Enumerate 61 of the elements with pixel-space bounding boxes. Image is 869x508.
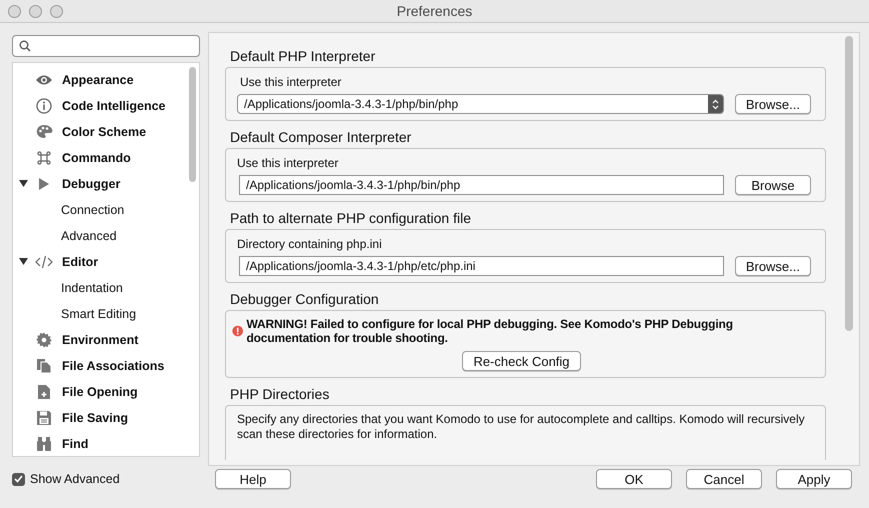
error-icon bbox=[232, 324, 244, 338]
sidebar-item[interactable]: Editor bbox=[62, 254, 98, 269]
sidebar-item[interactable]: Code Intelligence bbox=[62, 98, 166, 113]
command-key-icon bbox=[36, 150, 52, 166]
settings-icon bbox=[36, 332, 52, 348]
ok-button[interactable]: OK bbox=[596, 469, 672, 489]
section-title: Default PHP Interpreter bbox=[230, 48, 376, 64]
show-advanced-checkbox[interactable] bbox=[12, 472, 25, 486]
close-window-button[interactable] bbox=[8, 4, 21, 18]
path-input-field[interactable]: /Applications/joomla-3.4.3-1/php/bin/php bbox=[239, 175, 724, 195]
interpreter-dropdown[interactable]: /Applications/joomla-3.4.3-1/php/bin/php bbox=[237, 94, 724, 114]
help-button[interactable]: Help bbox=[215, 469, 291, 489]
window-title: Preferences bbox=[396, 3, 472, 19]
field-label: Use this interpreter bbox=[240, 75, 342, 89]
field-label: Use this interpreter bbox=[237, 156, 338, 170]
sidebar-item[interactable]: Commando bbox=[62, 150, 131, 165]
cancel-button[interactable]: Cancel bbox=[686, 469, 762, 489]
warning-message: WARNING! Failed to configure for local PHP debugging. See Komodo's PHP Debugging documentation for trouble shooting. bbox=[246, 317, 734, 345]
section-title: Path to alternate PHP configuration file bbox=[230, 210, 472, 226]
palette-icon bbox=[36, 124, 52, 140]
sidebar-item[interactable]: Indentation bbox=[61, 280, 123, 295]
code-brackets-icon bbox=[35, 254, 53, 269]
up-down-arrows-icon bbox=[712, 98, 719, 110]
disclosure-triangle-icon[interactable] bbox=[18, 257, 28, 266]
sidebar-item[interactable]: Appearance bbox=[62, 72, 134, 87]
disclosure-triangle-icon[interactable] bbox=[18, 179, 28, 188]
sidebar-item[interactable]: Color Scheme bbox=[62, 124, 146, 139]
browse-button[interactable]: Browse... bbox=[734, 94, 811, 114]
sidebar-item[interactable]: File Opening bbox=[62, 384, 138, 399]
browse-button[interactable]: Browse... bbox=[734, 256, 811, 276]
sidebar-item[interactable]: Connection bbox=[61, 202, 124, 217]
section-title: PHP Directories bbox=[230, 386, 330, 402]
section-title: Debugger Configuration bbox=[230, 291, 380, 307]
browse-button[interactable]: Browse bbox=[735, 175, 811, 195]
sidebar-item[interactable]: Environment bbox=[62, 332, 138, 347]
section-title: Default Composer Interpreter bbox=[230, 129, 412, 145]
field-label: Directory containing php.ini bbox=[237, 237, 382, 251]
sidebar-item[interactable]: Debugger bbox=[62, 176, 120, 191]
info-icon bbox=[36, 98, 52, 114]
sidebar-item[interactable]: File Saving bbox=[62, 410, 128, 425]
zoom-window-button[interactable] bbox=[50, 4, 63, 18]
play-icon bbox=[38, 176, 50, 191]
recheck-config-button[interactable]: Re-check Config bbox=[462, 351, 581, 371]
scrollbar-thumb[interactable] bbox=[845, 36, 853, 331]
eye-icon bbox=[35, 74, 53, 86]
checkmark-icon bbox=[14, 475, 23, 483]
sidebar-item[interactable]: Advanced bbox=[61, 228, 117, 243]
apply-button[interactable]: Apply bbox=[776, 469, 852, 489]
search-field[interactable] bbox=[12, 35, 200, 57]
sidebar-item[interactable]: Find bbox=[62, 436, 88, 451]
documents-icon bbox=[36, 358, 52, 374]
binoculars-icon bbox=[36, 436, 52, 452]
checkbox-label: Show Advanced bbox=[30, 472, 120, 486]
sidebar-item[interactable]: Smart Editing bbox=[61, 306, 136, 321]
description-text: Specify any directories that you want Komodo to use for autocomplete and calltips. Komodo will recursively scan these directories for information. bbox=[237, 412, 806, 443]
path-input-field[interactable]: /Applications/joomla-3.4.3-1/php/etc/php.ini bbox=[239, 256, 724, 276]
search-icon bbox=[19, 40, 31, 52]
scrollbar-thumb[interactable] bbox=[189, 66, 196, 182]
minimize-window-button[interactable] bbox=[29, 4, 42, 18]
document-plus-icon bbox=[37, 384, 51, 400]
sidebar-item[interactable]: File Associations bbox=[62, 358, 164, 373]
